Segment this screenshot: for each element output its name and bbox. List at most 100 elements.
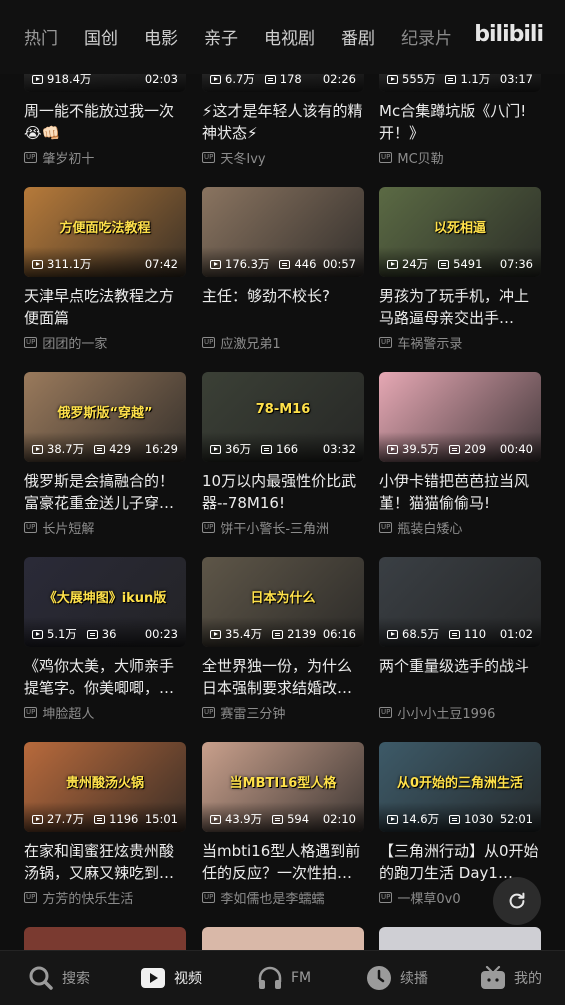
video-title[interactable]: 《鸡你太美，大师亲手提笔字。你美唧唧，搬… — [24, 655, 186, 699]
tab-3[interactable]: 亲子 — [204, 24, 238, 49]
tab-4[interactable]: 电视剧 — [264, 24, 315, 49]
video-card[interactable]: 方便面吃法教程 311.1万 07:42 天津早点吃法教程之方便面篇 UP 团团的一家 — [24, 187, 186, 352]
video-icon-svg — [141, 968, 165, 988]
video-author[interactable]: UP 团团的一家 — [24, 333, 186, 352]
tab-2[interactable]: 电影 — [144, 24, 178, 49]
author-name: 瓶装白矮心 — [397, 522, 463, 537]
video-card[interactable]: 以死相逼 24万 5491 07:36 男孩为了玩手机，冲上马路逼母亲交出手机！… UP 车… — [379, 187, 541, 352]
video-stats: 43.9万 594 02:10 — [210, 811, 356, 827]
video-author[interactable]: UP 赛雷三分钟 — [202, 703, 364, 722]
author-name: 饼干小警长-三角洲 — [220, 522, 330, 537]
video-title[interactable]: 10万以内最强性价比武器--78M16! — [202, 470, 364, 514]
nav-item-headphones[interactable]: FM — [257, 951, 311, 1005]
video-thumbnail[interactable]: 68.5万 110 01:02 — [379, 557, 541, 647]
headphones-icon-svg — [258, 966, 282, 989]
video-thumbnail[interactable]: 176.3万 446 00:57 — [202, 187, 364, 277]
danmaku-count: 1196 — [109, 812, 139, 826]
author-name: 团团的一家 — [42, 337, 108, 352]
video-thumbnail[interactable]: 俄罗斯版“穿越” 38.7万 429 16:29 — [24, 372, 186, 462]
video-title[interactable]: Mc合集蹲坑版《八门!开！》 — [379, 100, 541, 144]
thumbnail-text: 方便面吃法教程 — [59, 221, 151, 236]
video-author[interactable]: UP 肇岁初十 — [24, 148, 186, 167]
video-thumbnail[interactable]: 日本为什么 35.4万 2139 06:16 — [202, 557, 364, 647]
video-title[interactable]: 俄罗斯是会搞融合的！富豪花重金送儿子穿越… — [24, 470, 186, 514]
view-count: 5.1万 — [47, 627, 77, 641]
video-title[interactable]: 当mbti16型人格遇到前任的反应？一次性拍… — [202, 840, 364, 884]
video-thumbnail[interactable] — [202, 927, 364, 950]
video-card[interactable]: 39.5万 209 00:40 小伊卡错把芭芭拉当风堇！猫猫偷偷马! UP 瓶装白矮心 — [379, 372, 541, 537]
video-thumbnail[interactable]: 当MBTI16型人格 43.9万 594 02:10 — [202, 742, 364, 832]
tab-5[interactable]: 番剧 — [341, 24, 375, 49]
category-tabs: 热门 国创 电影 亲子 电视剧 番剧 纪录片 — [24, 24, 478, 49]
video-thumbnail[interactable]: 贵州酸汤火锅 27.7万 1196 15:01 — [24, 742, 186, 832]
danmaku-count: 5491 — [453, 257, 483, 271]
video-thumbnail[interactable] — [379, 927, 541, 950]
video-stats: 39.5万 209 00:40 — [387, 441, 533, 457]
thumbnail-text: 日本为什么 — [250, 591, 316, 606]
video-thumbnail[interactable]: 以死相逼 24万 5491 07:36 — [379, 187, 541, 277]
video-card[interactable]: 68.5万 110 01:02 两个重量级选手的战斗 UP 小小小土豆1996 — [379, 557, 541, 722]
video-author[interactable]: UP 小小小土豆1996 — [379, 703, 541, 722]
video-title[interactable]: 男孩为了玩手机，冲上马路逼母亲交出手机！… — [379, 285, 541, 329]
video-feed[interactable]: 918.4万 02:03 周一能不能放过我一次😭👊🏻 UP 肇岁初十 6.7万 178 02:… — [0, 0, 565, 950]
video-author[interactable]: UP 天冬Ivy — [202, 148, 364, 167]
video-card[interactable]: 俄罗斯版“穿越” 38.7万 429 16:29 俄罗斯是会搞融合的！富豪花重金送儿子穿… — [24, 372, 186, 537]
up-badge-icon: UP — [202, 337, 216, 348]
video-thumbnail[interactable]: 78-M16 36万 166 03:32 — [202, 372, 364, 462]
tab-1[interactable]: 国创 — [84, 24, 118, 49]
video-thumbnail[interactable]: 39.5万 209 00:40 — [379, 372, 541, 462]
up-badge-icon: UP — [202, 892, 216, 903]
tab-0[interactable]: 热门 — [24, 24, 58, 49]
up-badge-icon: UP — [24, 337, 38, 348]
video-title[interactable]: 周一能不能放过我一次😭👊🏻 — [24, 100, 186, 144]
video-title[interactable]: 在家和闺蜜狂炫贵州酸汤锅，又麻又辣吃到扶… — [24, 840, 186, 884]
nav-item-tv[interactable]: 我的 — [480, 951, 542, 1005]
video-card[interactable]: 当MBTI16型人格 43.9万 594 02:10 当mbti16型人格遇到前任的反应… — [202, 742, 364, 907]
view-count: 39.5万 — [402, 442, 440, 456]
video-author[interactable]: UP 车祸警示录 — [379, 333, 541, 352]
nav-item-search[interactable]: 搜索 — [28, 951, 90, 1005]
view-count: 68.5万 — [402, 627, 440, 641]
bottom-navigation: 搜索 视频 FM 续播 我的 — [0, 950, 565, 1005]
refresh-icon — [509, 892, 525, 909]
clock-icon — [366, 965, 400, 991]
danmaku-count: 166 — [276, 442, 299, 456]
video-title[interactable]: 天津早点吃法教程之方便面篇 — [24, 285, 186, 329]
video-card[interactable]: 78-M16 36万 166 03:32 10万以内最强性价比武器--78M16! UP 饼… — [202, 372, 364, 537]
video-duration: 02:26 — [322, 72, 356, 86]
video-card[interactable]: 贵州酸汤火锅 27.7万 1196 15:01 在家和闺蜜狂炫贵州酸汤锅，又麻又辣吃到扶… — [24, 742, 186, 907]
video-card[interactable]: 176.3万 446 00:57 主任：够劲不校长? UP 应激兄弟1 — [202, 187, 364, 352]
video-duration: 00:40 — [499, 442, 533, 456]
video-author[interactable]: UP 长片短解 — [24, 518, 186, 537]
video-thumbnail[interactable]: 方便面吃法教程 311.1万 07:42 — [24, 187, 186, 277]
video-title[interactable]: 两个重量级选手的战斗 — [379, 655, 541, 699]
video-author[interactable]: UP 饼干小警长-三角洲 — [202, 518, 364, 537]
video-title[interactable]: ⚡这才是年轻人该有的精神状态⚡ — [202, 100, 364, 144]
nav-item-video[interactable]: 视频 — [140, 951, 202, 1005]
video-author[interactable]: UP 瓶装白矮心 — [379, 518, 541, 537]
video-stats: 68.5万 110 01:02 — [387, 626, 533, 642]
video-author[interactable]: UP 应激兄弟1 — [202, 333, 364, 352]
danmaku-count: 209 — [464, 442, 487, 456]
tab-6[interactable]: 纪录片 — [401, 24, 452, 49]
video-card[interactable]: 日本为什么 35.4万 2139 06:16 全世界独一份，为什么日本强制要求结婚改… U… — [202, 557, 364, 722]
video-thumbnail[interactable]: 从0开始的三角洲生活 14.6万 1030 52:01 — [379, 742, 541, 832]
video-card[interactable]: 《大展坤图》ikun版 5.1万 36 00:23 《鸡你太美，大师亲手提笔字。你美唧唧… — [24, 557, 186, 722]
video-author[interactable]: UP 方芳的快乐生活 — [24, 888, 186, 907]
video-thumbnail[interactable]: 《大展坤图》ikun版 5.1万 36 00:23 — [24, 557, 186, 647]
video-duration: 03:17 — [499, 72, 533, 86]
nav-item-clock[interactable]: 续播 — [366, 951, 428, 1005]
video-title[interactable]: 小伊卡错把芭芭拉当风堇！猫猫偷偷马! — [379, 470, 541, 514]
author-name: 肇岁初十 — [42, 152, 95, 167]
author-name: 一棵草0v0 — [397, 892, 461, 907]
video-thumbnail[interactable] — [24, 927, 186, 950]
video-title[interactable]: 全世界独一份，为什么日本强制要求结婚改… — [202, 655, 364, 699]
video-title[interactable]: 主任：够劲不校长? — [202, 285, 364, 329]
danmaku-count: 1030 — [464, 812, 494, 826]
video-author[interactable]: UP MC贝勒 — [379, 148, 541, 167]
danmaku-icon — [272, 814, 284, 824]
video-author[interactable]: UP 李如儒也是李蠕蠕 — [202, 888, 364, 907]
views-icon — [387, 74, 398, 84]
refresh-button[interactable] — [493, 877, 541, 925]
video-author[interactable]: UP 坤脸超人 — [24, 703, 186, 722]
